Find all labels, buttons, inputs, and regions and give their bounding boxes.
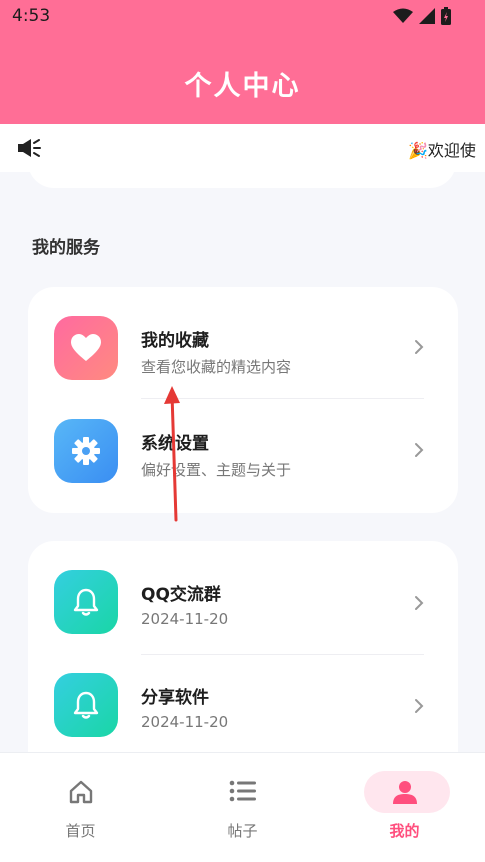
row-title: 系统设置 [141, 434, 209, 454]
nav-label: 帖子 [227, 822, 258, 840]
person-icon [392, 781, 417, 804]
nav-mine[interactable]: 我的 [324, 753, 485, 862]
app-header: 个人中心 [0, 34, 485, 124]
nav-label: 我的 [389, 822, 420, 840]
settings-row[interactable]: 系统设置 偏好设置、主题与关于 [28, 390, 458, 493]
status-icons [393, 7, 451, 25]
status-bar: 4:53 [0, 0, 485, 34]
page-title: 个人中心 [184, 71, 301, 102]
qq-group-icon-tile [54, 570, 118, 634]
row-title: 我的收藏 [141, 331, 209, 351]
chevron-right-icon [415, 443, 424, 457]
favorites-row[interactable]: 我的收藏 查看您收藏的精选内容 [28, 287, 458, 399]
wifi-icon [393, 8, 413, 23]
share-software-icon-tile [54, 673, 118, 737]
row-title: 分享软件 [141, 688, 209, 708]
nav-home[interactable]: 首页 [0, 753, 161, 862]
row-date: 2024-11-20 [141, 713, 229, 731]
row-date: 2024-11-20 [141, 610, 229, 628]
row-title: QQ交流群 [141, 585, 221, 605]
chevron-right-icon [415, 340, 424, 354]
section-title: 我的服务 [32, 238, 100, 258]
services-card: 我的收藏 查看您收藏的精选内容 系统设置 偏好设置、主题与关于 [28, 287, 458, 513]
settings-icon-tile [54, 419, 118, 483]
row-subtitle: 查看您收藏的精选内容 [141, 358, 292, 376]
home-icon [69, 780, 92, 804]
battery-icon [441, 7, 451, 25]
chevron-right-icon [415, 699, 424, 713]
chevron-right-icon [415, 596, 424, 610]
favorites-icon-tile [54, 316, 118, 380]
announcements-card: QQ交流群 2024-11-20 分享软件 2024-11-20 [28, 541, 458, 781]
nav-posts[interactable]: 帖子 [162, 753, 323, 862]
list-icon [229, 780, 256, 802]
heart-icon [71, 334, 101, 361]
signal-icon [419, 8, 435, 24]
notice-text: 🎉欢迎使 [408, 141, 476, 160]
gear-icon [72, 437, 100, 465]
share-software-row[interactable]: 分享软件 2024-11-20 [28, 644, 458, 747]
status-time: 4:53 [12, 6, 51, 26]
megaphone-icon [18, 139, 41, 157]
bell-icon [73, 588, 99, 616]
bottom-nav: 首页 帖子 我的 [0, 752, 485, 862]
row-subtitle: 偏好设置、主题与关于 [141, 461, 292, 479]
nav-label: 首页 [65, 822, 96, 840]
profile-card-bottom [28, 160, 456, 188]
bell-icon [73, 691, 99, 719]
qq-group-row[interactable]: QQ交流群 2024-11-20 [28, 541, 458, 655]
